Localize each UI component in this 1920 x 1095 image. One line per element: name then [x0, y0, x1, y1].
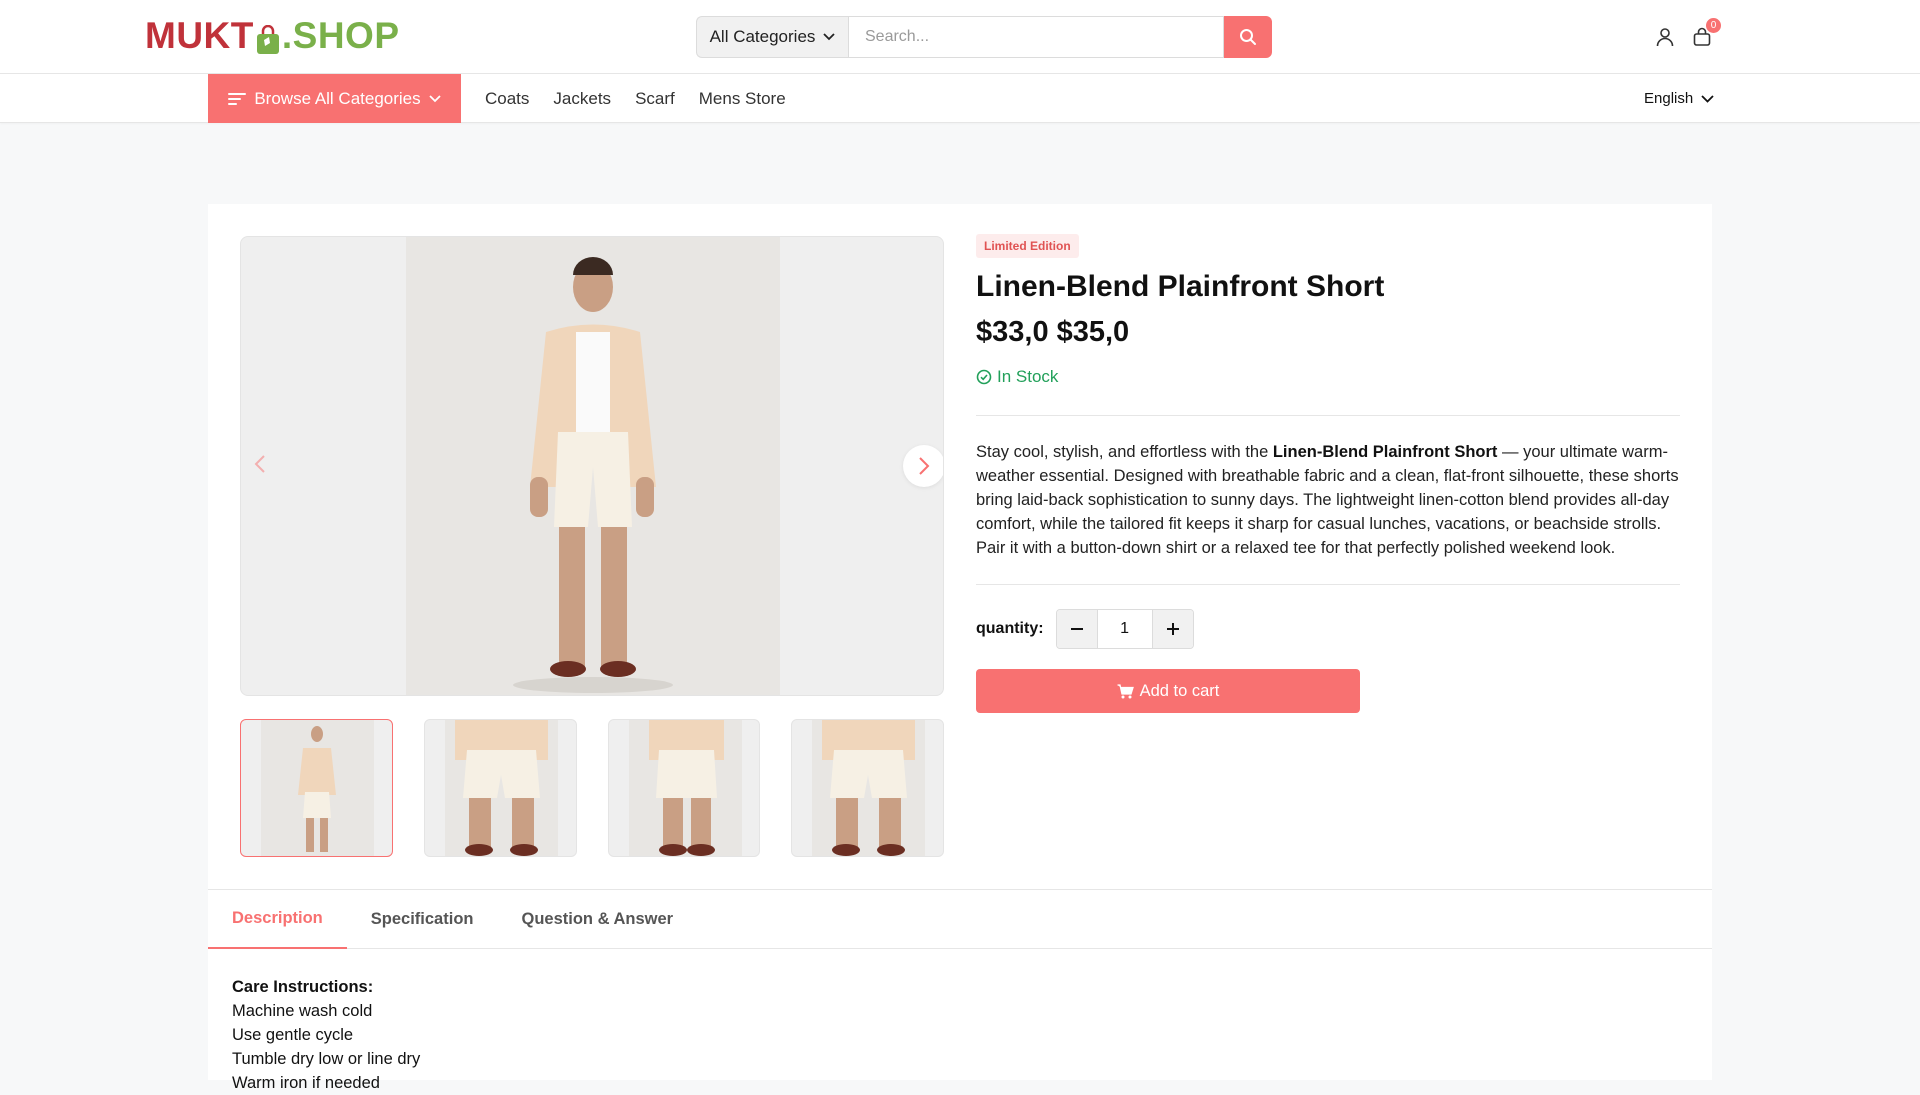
quantity-value[interactable]: 1	[1096, 610, 1153, 648]
nav-link-mens-store[interactable]: Mens Store	[699, 89, 786, 109]
care-line: Tumble dry low or line dry	[232, 1050, 421, 1068]
nav-links: Coats Jackets Scarf Mens Store	[485, 74, 786, 123]
care-line: Machine wash cold	[232, 1002, 373, 1020]
nav-link-coats[interactable]: Coats	[485, 89, 529, 109]
user-icon	[1656, 28, 1674, 47]
search-bar: All Categories	[696, 16, 1272, 58]
search-button[interactable]	[1224, 16, 1272, 58]
thumbnail-4[interactable]	[791, 719, 944, 857]
search-input[interactable]	[848, 16, 1224, 58]
care-line: Use gentle cycle	[232, 1026, 354, 1044]
desc-text-1: Stay cool, stylish, and effortless with …	[976, 443, 1273, 461]
product-main-image	[240, 236, 944, 696]
product-photo	[406, 237, 780, 695]
nav-link-jackets[interactable]: Jackets	[553, 89, 611, 109]
cart-button[interactable]: 0	[1689, 18, 1721, 50]
care-instructions: Care Instructions: Machine wash cold Use…	[232, 975, 420, 1095]
previous-image-button[interactable]	[245, 449, 275, 479]
chevron-down-icon	[1701, 94, 1714, 103]
old-price: $35,0	[1056, 316, 1130, 348]
product-description: Stay cool, stylish, and effortless with …	[976, 440, 1680, 560]
menu-lines-icon	[228, 92, 247, 105]
add-to-cart-button[interactable]: Add to cart	[976, 669, 1360, 713]
product-tabs: Description Specification Question & Ans…	[208, 889, 1712, 949]
logo-text-left: MUKT	[145, 15, 254, 56]
add-to-cart-label: Add to cart	[1139, 681, 1220, 700]
stock-label: In Stock	[997, 367, 1059, 386]
logo-text-right: .SHOP	[281, 15, 400, 56]
care-line: Warm iron if needed	[232, 1074, 380, 1092]
increase-quantity-button[interactable]	[1152, 610, 1193, 648]
quantity-label: quantity:	[976, 620, 1044, 637]
chevron-right-icon	[919, 457, 930, 475]
quantity-row: quantity: 1	[976, 609, 1680, 649]
tab-description[interactable]: Description	[208, 890, 347, 949]
thumbnail-strip	[240, 719, 944, 857]
quantity-stepper: 1	[1055, 609, 1194, 649]
check-circle-icon	[976, 369, 992, 385]
chevron-left-icon	[254, 455, 265, 473]
next-image-button[interactable]	[903, 445, 943, 487]
thumbnail-3[interactable]	[607, 719, 761, 857]
minus-icon	[1070, 628, 1083, 630]
product-info: Limited Edition Linen-Blend Plainfront S…	[976, 234, 1680, 713]
cart-count-badge: 0	[1706, 18, 1721, 33]
tab-question-answer[interactable]: Question & Answer	[497, 890, 697, 949]
thumbnail-1[interactable]	[240, 719, 393, 857]
cart-icon	[1117, 683, 1134, 698]
category-select-label: All Categories	[709, 27, 816, 46]
product-card: Limited Edition Linen-Blend Plainfront S…	[208, 204, 1712, 1092]
search-icon	[1240, 29, 1256, 45]
shopping-bag-logo-icon	[255, 22, 281, 54]
product-title: Linen-Blend Plainfront Short	[976, 270, 1385, 303]
care-title: Care Instructions:	[232, 978, 374, 996]
browse-categories-label: Browse All Categories	[254, 88, 421, 108]
current-price: $33,0	[976, 316, 1049, 348]
browse-categories-button[interactable]: Browse All Categories	[208, 74, 461, 123]
plus-icon	[1166, 623, 1179, 635]
category-navbar: Browse All Categories Coats Jackets Scar…	[0, 74, 1920, 123]
divider	[976, 584, 1680, 585]
chevron-down-icon	[823, 33, 836, 41]
language-select[interactable]: English	[1644, 74, 1714, 123]
language-label: English	[1644, 90, 1694, 107]
limited-edition-badge: Limited Edition	[976, 234, 1079, 258]
divider	[976, 415, 1680, 416]
product-price: $33,0 $35,0	[976, 316, 1680, 349]
stock-status: In Stock	[976, 367, 1680, 387]
top-header: MUKT .SHOP All Categories 0	[0, 0, 1920, 74]
decrease-quantity-button[interactable]	[1056, 610, 1097, 648]
chevron-down-icon	[429, 94, 441, 102]
tab-specification[interactable]: Specification	[347, 890, 498, 949]
nav-link-scarf[interactable]: Scarf	[635, 89, 675, 109]
desc-bold-name: Linen-Blend Plainfront Short	[1272, 443, 1498, 461]
site-logo[interactable]: MUKT .SHOP	[145, 15, 400, 56]
account-button[interactable]	[1652, 24, 1678, 50]
thumbnail-2[interactable]	[423, 719, 577, 857]
category-select[interactable]: All Categories	[696, 16, 848, 58]
